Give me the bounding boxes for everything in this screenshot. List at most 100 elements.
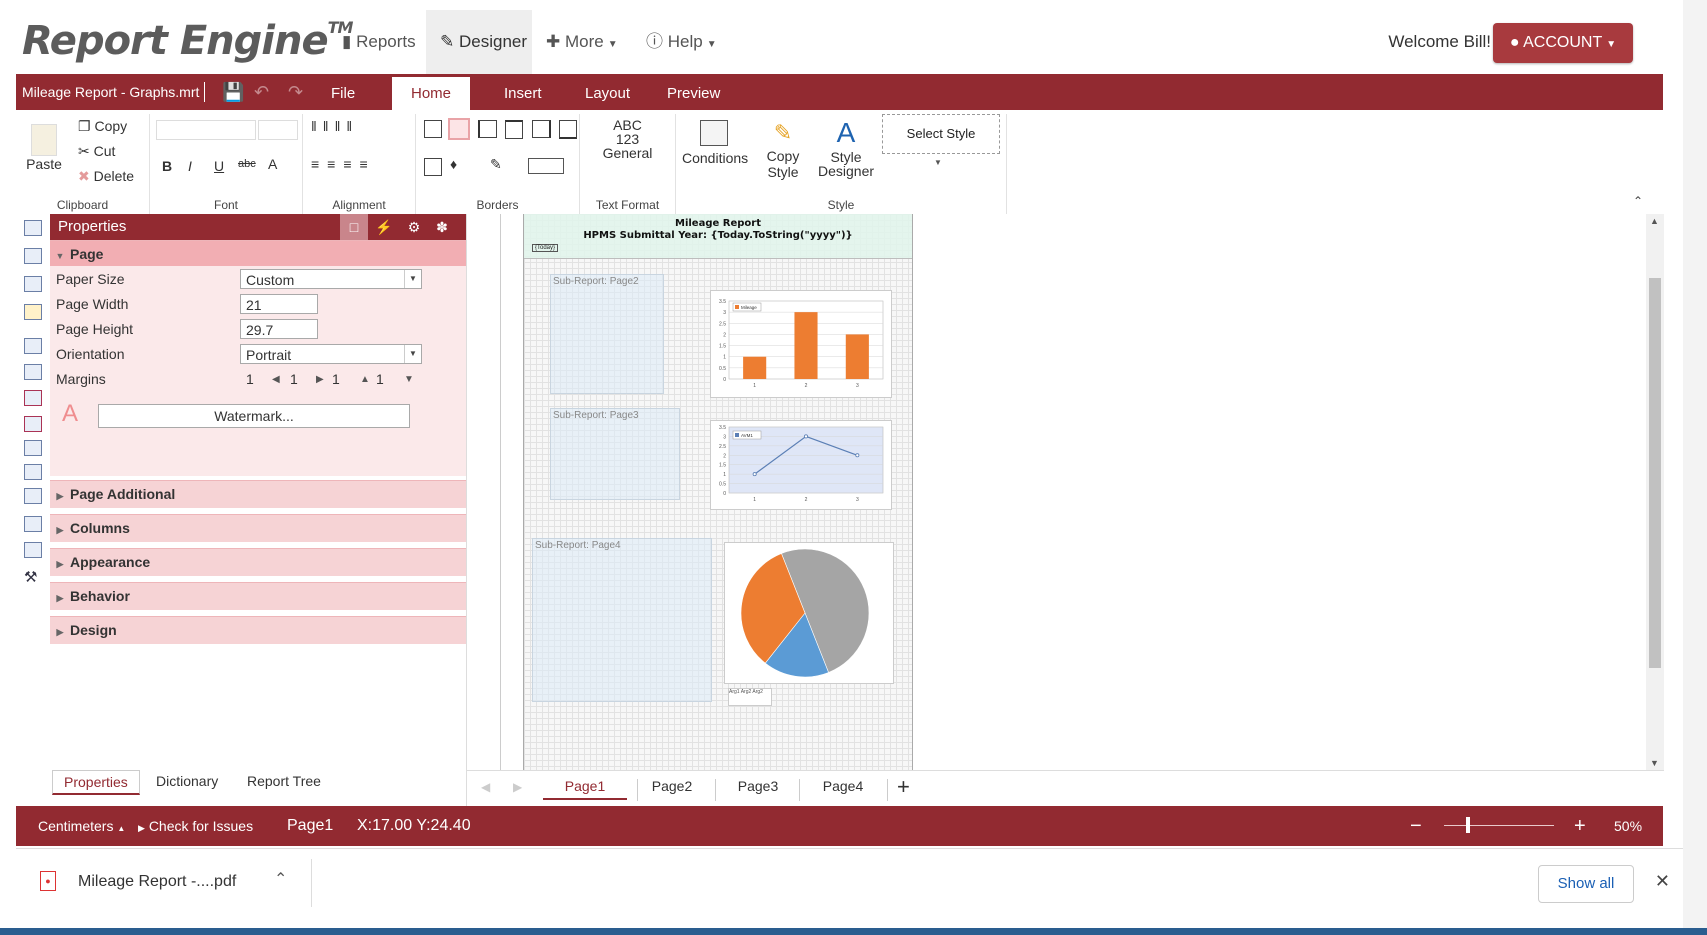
margin-right-input[interactable]: 1 — [290, 371, 298, 387]
text-box-icon[interactable] — [24, 390, 42, 406]
today-field[interactable]: {Today} — [532, 244, 559, 252]
next-page-icon[interactable]: ▶ — [513, 780, 522, 794]
border-color-icon[interactable]: ✎ — [490, 156, 502, 173]
nav-more[interactable]: ✚ More ▼ — [532, 10, 632, 74]
orientation-select[interactable]: Portrait ▼ — [240, 344, 422, 364]
data-band-icon[interactable] — [24, 276, 42, 292]
scrollbar-thumb[interactable] — [1649, 278, 1661, 668]
border-top-icon[interactable] — [505, 120, 523, 139]
section-design[interactable]: ▶ Design — [50, 616, 466, 644]
tab-properties[interactable]: Properties — [52, 770, 140, 795]
subreport-page2[interactable]: Sub-Report: Page2 — [550, 274, 664, 394]
section-behavior[interactable]: ▶ Behavior — [50, 582, 466, 610]
conditions-button[interactable]: Conditions — [682, 120, 748, 166]
show-all-button[interactable]: Show all — [1538, 865, 1634, 903]
account-button[interactable]: ● ACCOUNT ▼ — [1493, 23, 1633, 63]
download-file-name[interactable]: Mileage Report -....pdf — [78, 873, 236, 891]
properties-view-icon[interactable]: □ — [340, 214, 368, 240]
page-header-band-icon[interactable] — [24, 248, 42, 264]
nav-reports[interactable]: ▮ Reports — [328, 10, 430, 74]
vertical-align-icons[interactable]: ‖‖‖‖ — [311, 118, 358, 134]
tab-report-tree[interactable]: Report Tree — [247, 773, 321, 789]
horizontal-align-icons[interactable]: ≡≡≡≡ — [311, 156, 376, 172]
subreport-page4[interactable]: Sub-Report: Page4 — [532, 538, 712, 702]
tab-dictionary[interactable]: Dictionary — [156, 773, 218, 789]
chevron-up-icon[interactable]: ⌃ — [274, 869, 287, 889]
undo-icon[interactable]: ↶ — [254, 74, 269, 110]
table-icon[interactable] — [24, 488, 42, 504]
border-style-icon[interactable] — [424, 158, 442, 176]
report-title-band[interactable]: Mileage Report HPMS Submittal Year: {Tod… — [524, 214, 912, 259]
page-tab-1[interactable]: Page1 — [543, 778, 627, 800]
border-none-icon[interactable] — [448, 118, 470, 140]
font-size-select[interactable] — [258, 120, 298, 140]
collapse-ribbon-icon[interactable]: ⌃ — [1633, 194, 1643, 208]
italic-button[interactable]: I — [188, 158, 192, 174]
vertical-scrollbar[interactable]: ▲ ▼ — [1646, 214, 1664, 770]
rich-text-icon[interactable] — [24, 364, 42, 380]
border-right-icon[interactable] — [532, 120, 551, 138]
logo[interactable]: Report EngineTM — [22, 18, 353, 64]
section-page[interactable]: ▼ Page — [50, 240, 466, 268]
border-all-icon[interactable] — [424, 120, 442, 138]
picture-icon[interactable] — [24, 542, 42, 558]
prev-page-icon[interactable]: ◀ — [481, 780, 490, 794]
bold-button[interactable]: B — [162, 158, 172, 174]
page-height-input[interactable]: 29.7 — [240, 319, 318, 339]
paste-button[interactable]: Paste — [26, 124, 62, 172]
tab-preview[interactable]: Preview — [648, 77, 739, 110]
style-designer-button[interactable]: A Style Designer — [818, 116, 874, 178]
underline-button[interactable]: U — [214, 158, 224, 174]
checkbox-icon[interactable] — [24, 516, 42, 532]
designer-canvas[interactable]: Mileage Report HPMS Submittal Year: {Tod… — [467, 214, 1664, 770]
scroll-up-icon[interactable]: ▲ — [1650, 216, 1659, 226]
report-title-band-icon[interactable] — [24, 220, 42, 236]
tab-file[interactable]: File — [312, 77, 374, 110]
units-dropdown[interactable]: Centimeters ▲ — [38, 806, 125, 849]
subreport-page3[interactable]: Sub-Report: Page3 — [550, 408, 680, 500]
section-page-additional[interactable]: ▶ Page Additional — [50, 480, 466, 508]
tab-insert[interactable]: Insert — [485, 77, 561, 110]
page-tab-3[interactable]: Page3 — [716, 778, 800, 794]
gear-icon[interactable]: ⚙ — [400, 214, 428, 240]
pin-icon[interactable]: ✽ — [428, 214, 456, 240]
add-page-icon[interactable]: + — [897, 774, 910, 800]
margin-bottom-input[interactable]: 1 — [376, 371, 384, 387]
bar-chart[interactable]: 0 0.5 1 1.5 2 2.5 3 3.5 1 2 3 Mileage — [710, 290, 892, 398]
page-width-input[interactable]: 21 — [240, 294, 318, 314]
copy-style-button[interactable]: ✎ Copy Style — [750, 120, 816, 180]
save-icon[interactable]: 💾 — [222, 74, 244, 110]
border-bottom-icon[interactable] — [559, 120, 577, 139]
chevron-down-icon[interactable]: ▼ — [934, 158, 942, 167]
nav-designer[interactable]: ✎ Designer — [426, 10, 532, 74]
strikethrough-button[interactable]: abc — [238, 158, 256, 170]
scroll-down-icon[interactable]: ▼ — [1650, 758, 1659, 768]
section-appearance[interactable]: ▶ Appearance — [50, 548, 466, 576]
page-tab-2[interactable]: Page2 — [630, 778, 714, 794]
delete-button[interactable]: ✖ Delete — [78, 168, 134, 185]
watermark-button[interactable]: Watermark... — [98, 404, 410, 428]
margin-left-input[interactable]: 1 — [246, 371, 254, 387]
check-issues-button[interactable]: ▶ Check for Issues — [138, 806, 253, 848]
tab-layout[interactable]: Layout — [566, 77, 649, 110]
font-color-button[interactable]: A — [268, 156, 277, 172]
section-columns[interactable]: ▶ Columns — [50, 514, 466, 542]
container-icon[interactable] — [24, 464, 42, 480]
border-left-icon[interactable] — [478, 120, 497, 138]
report-page[interactable]: Mileage Report HPMS Submittal Year: {Tod… — [523, 214, 913, 770]
events-icon[interactable]: ⚡ — [370, 214, 398, 240]
paper-size-select[interactable]: Custom ▼ — [240, 269, 422, 289]
border-size-icon[interactable] — [528, 158, 564, 174]
text-component-icon[interactable] — [24, 338, 42, 354]
margin-top-input[interactable]: 1 — [332, 371, 340, 387]
zoom-slider-thumb[interactable] — [1466, 817, 1470, 833]
select-style-dropdown[interactable]: Select Style — [882, 114, 1000, 154]
image-band-icon[interactable] — [24, 304, 42, 320]
close-icon[interactable]: ✕ — [1655, 871, 1670, 892]
font-name-select[interactable] — [156, 120, 256, 140]
nav-help[interactable]: ⓘ Help ▼ — [632, 10, 731, 74]
panel-icon[interactable] — [24, 440, 42, 456]
tab-home[interactable]: Home — [392, 77, 471, 110]
text-format-button[interactable]: ABC 123 General — [580, 118, 675, 160]
redo-icon[interactable]: ↷ — [288, 74, 303, 110]
